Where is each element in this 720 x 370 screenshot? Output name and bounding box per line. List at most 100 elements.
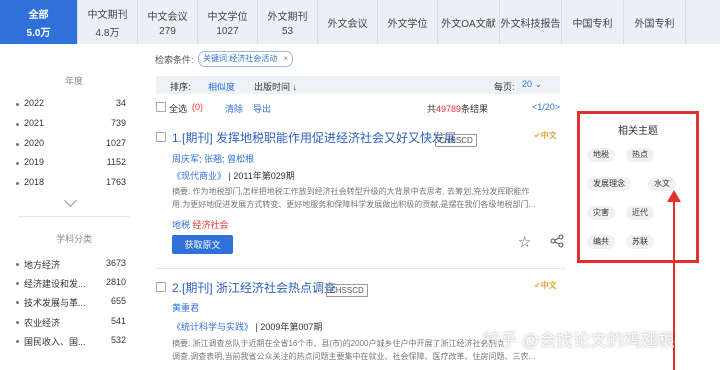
subject-count: 3673 bbox=[105, 258, 126, 268]
result-divider bbox=[156, 268, 566, 269]
author-link[interactable]: 黄重君 bbox=[172, 301, 199, 314]
year-label: 2020 bbox=[24, 138, 45, 148]
expand-years-chevron-icon[interactable] bbox=[64, 194, 77, 207]
search-keyword-tag[interactable]: 关键词:经济社会活动 × bbox=[198, 51, 294, 67]
total-prefix: 共 bbox=[427, 104, 437, 114]
lang-label: 中文 bbox=[540, 281, 557, 290]
year-filter-item[interactable]: 2018 1763 bbox=[16, 177, 126, 187]
author-link[interactable]: 曾松根 bbox=[227, 154, 254, 164]
badge-text: CHSSCD bbox=[326, 284, 368, 297]
sort-label: 排序: bbox=[170, 82, 191, 92]
issue-text: | 2011年第029期 bbox=[228, 171, 295, 181]
tab-label: 中国专利 bbox=[572, 18, 613, 30]
abstract-line: 调查,调查表明,当前我省公众关注的热点问题主要集中在就业、社会保障、医疗改革、住… bbox=[172, 352, 536, 361]
bullet-icon bbox=[16, 282, 19, 285]
share-icon[interactable] bbox=[550, 234, 564, 253]
tab-foreign-degree[interactable]: 外文学位 bbox=[378, 0, 438, 44]
source-info: 《现代商业》 | 2011年第029期 bbox=[172, 169, 295, 182]
year-filter-item[interactable]: 2021 739 bbox=[16, 118, 126, 128]
year-filter-item[interactable]: 2019 1152 bbox=[16, 157, 126, 167]
keyword-link[interactable]: 经济社会 bbox=[193, 220, 229, 230]
tab-all[interactable]: 全部 5.0万 bbox=[0, 0, 78, 44]
subject-filter-item[interactable]: 经济建设和发... 2810 bbox=[16, 277, 126, 290]
filter-sidebar: 年度 2022 34 2021 739 2020 1027 2019 1152 2018… bbox=[0, 44, 148, 370]
per-page-select[interactable]: 20 ⌄ bbox=[522, 79, 542, 90]
year-filter-item[interactable]: 2022 34 bbox=[16, 98, 126, 108]
tab-foreign-conference[interactable]: 外文会议 bbox=[318, 0, 378, 44]
subject-filter-item[interactable]: 技术发展与革... 655 bbox=[16, 296, 126, 309]
remove-tag-close-icon[interactable]: × bbox=[283, 54, 288, 63]
topic-chip[interactable]: 灾害 bbox=[587, 206, 615, 220]
subject-filter-item[interactable]: 地方经济 3673 bbox=[16, 258, 126, 271]
total-number: 49789 bbox=[436, 104, 462, 114]
category-tabs: 全部 5.0万 中文期刊 4.8万 中文会议 279 中文学位 1027 外文期… bbox=[0, 0, 720, 44]
topic-chip[interactable]: 苏联 bbox=[626, 235, 654, 249]
result-checkbox[interactable] bbox=[156, 282, 166, 292]
annotation-arrow-head-icon bbox=[667, 190, 681, 202]
total-results: 共49789条结果 bbox=[427, 102, 488, 115]
related-topics-panel: 相关主题 地税 热点 发展理念 水文 灾害 近代 编共 苏联 bbox=[577, 111, 699, 263]
source-link[interactable]: 《现代商业》 bbox=[172, 171, 226, 181]
search-condition-label: 检索条件: bbox=[155, 55, 194, 65]
source-link[interactable]: 《统计科学与实践》 bbox=[172, 322, 253, 332]
tab-cn-conference[interactable]: 中文会议 279 bbox=[138, 0, 198, 44]
authors: 周庆军; 张翘; 曾松根 bbox=[172, 154, 255, 164]
topic-chip[interactable]: 水文 bbox=[648, 177, 676, 191]
bullet-icon bbox=[16, 162, 19, 165]
year-label: 2021 bbox=[24, 118, 45, 128]
subject-label: 国民收入、国... bbox=[24, 337, 86, 347]
author-link[interactable]: 周庆军 bbox=[172, 154, 199, 164]
result-checkbox[interactable] bbox=[156, 132, 166, 142]
tab-foreign-patent[interactable]: 外国专利 bbox=[624, 0, 686, 44]
tab-cn-journal[interactable]: 中文期刊 4.8万 bbox=[78, 0, 138, 44]
tab-count: 1027 bbox=[216, 25, 239, 37]
related-topics-title: 相关主题 bbox=[618, 126, 658, 137]
clear-link[interactable]: 清除 bbox=[225, 102, 243, 115]
favorite-star-icon[interactable]: ☆ bbox=[518, 233, 531, 251]
tab-count: 5.0万 bbox=[26, 27, 51, 39]
pagination[interactable]: <1/20> bbox=[532, 102, 560, 112]
subject-count: 541 bbox=[110, 316, 126, 326]
export-link[interactable]: 导出 bbox=[253, 102, 271, 115]
topic-chip[interactable]: 地税 bbox=[587, 148, 615, 162]
tab-foreign-oa[interactable]: 外文OA文献 bbox=[438, 0, 500, 44]
sort-relevance-link[interactable]: 相似度 bbox=[208, 80, 235, 93]
subject-label: 经济建设和发... bbox=[24, 279, 86, 289]
author-link[interactable]: 张翘 bbox=[204, 154, 222, 164]
year-count: 34 bbox=[115, 98, 126, 108]
tab-cn-patent[interactable]: 中国专利 bbox=[562, 0, 624, 44]
tab-label: 外文OA文献 bbox=[441, 18, 496, 30]
topic-chip[interactable]: 近代 bbox=[626, 206, 654, 220]
tab-tech-report[interactable]: 外文科技报告 bbox=[500, 0, 562, 44]
tab-label: 中文会议 bbox=[147, 11, 188, 23]
bullet-icon bbox=[16, 263, 19, 266]
subject-label: 地方经济 bbox=[24, 260, 61, 270]
tab-label: 中文学位 bbox=[207, 11, 248, 23]
select-all-label: 全选 bbox=[169, 104, 188, 114]
sort-time-link[interactable]: 出版时间 ↓ bbox=[254, 80, 297, 93]
abstract-line: 用,为更好地促进发展方式转变、更好地服务和保障科学发展做出积极的贡献,是摆在我们… bbox=[172, 200, 536, 209]
subject-count: 532 bbox=[110, 335, 126, 345]
select-all-checkbox[interactable] bbox=[156, 102, 166, 112]
year-section-title: 年度 bbox=[64, 76, 83, 86]
tab-label: 外国专利 bbox=[634, 18, 675, 30]
subject-filter-item[interactable]: 国民收入、国... 532 bbox=[16, 335, 126, 348]
subject-label: 农业经济 bbox=[24, 318, 61, 328]
keyword-link[interactable]: 地税 bbox=[172, 220, 190, 230]
topic-chip[interactable]: 热点 bbox=[626, 148, 654, 162]
result-title-link[interactable]: 1.[期刊] 发挥地税职能作用促进经济社会又好又快发展 bbox=[172, 129, 456, 146]
bullet-icon bbox=[16, 182, 19, 185]
subject-filter-item[interactable]: 农业经济 541 bbox=[16, 316, 126, 329]
tab-foreign-journal[interactable]: 外文期刊 53 bbox=[258, 0, 318, 44]
keywords: 地税 经济社会 bbox=[172, 218, 229, 231]
topic-chip[interactable]: 编共 bbox=[587, 235, 615, 249]
fetch-fulltext-button[interactable]: 获取原文 bbox=[172, 235, 233, 254]
year-filter-item[interactable]: 2020 1027 bbox=[16, 138, 126, 148]
bullet-icon bbox=[16, 143, 19, 146]
tab-cn-degree[interactable]: 中文学位 1027 bbox=[198, 0, 258, 44]
result-title-link[interactable]: 2.[期刊] 浙江经济社会热点调查 bbox=[172, 279, 336, 296]
topic-chip[interactable]: 发展理念 bbox=[587, 177, 631, 191]
selected-count: (0) bbox=[192, 102, 203, 112]
bullet-icon bbox=[16, 103, 19, 106]
subject-label: 技术发展与革... bbox=[24, 298, 86, 308]
